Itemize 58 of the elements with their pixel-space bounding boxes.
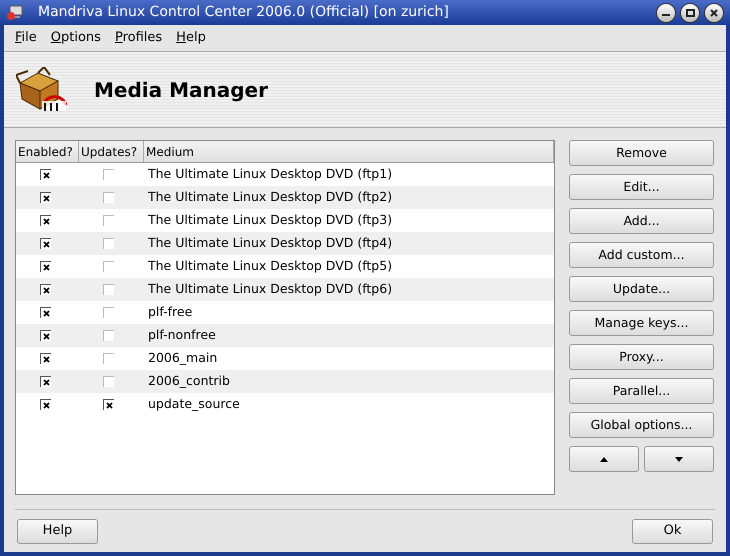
table-cell-text: plf-nonfree xyxy=(148,326,216,344)
ok-button[interactable]: Ok xyxy=(632,518,713,544)
checkbox[interactable] xyxy=(40,399,51,410)
action-button[interactable]: Update... xyxy=(569,276,714,302)
table-cell-text: The Ultimate Linux Desktop DVD (ftp1) xyxy=(148,165,392,184)
action-button[interactable]: Manage keys... xyxy=(569,310,714,336)
action-button[interactable]: Edit... xyxy=(569,174,714,200)
page-title: Media Manager xyxy=(94,76,268,104)
window-title: Mandriva Linux Control Center 2006.0 (Official) [on zurich] xyxy=(38,3,449,22)
action-button[interactable]: Proxy... xyxy=(569,344,714,370)
checkbox[interactable] xyxy=(40,330,51,341)
checkbox[interactable] xyxy=(103,376,114,387)
table-cell-text: 2006_contrib xyxy=(148,372,230,390)
table-cell-text: The Ultimate Linux Desktop DVD (ftp4) xyxy=(148,234,392,252)
table-cell-text: plf-free xyxy=(148,303,192,322)
column-header[interactable]: Updates? xyxy=(79,141,144,162)
checkbox[interactable] xyxy=(103,330,114,341)
column-header[interactable]: Enabled? xyxy=(16,141,79,162)
move-up-button[interactable] xyxy=(569,446,639,472)
minimize-button[interactable] xyxy=(656,2,676,22)
table-cell-text: The Ultimate Linux Desktop DVD (ftp6) xyxy=(148,280,392,298)
close-button[interactable] xyxy=(704,2,724,22)
menu-item[interactable]: File xyxy=(15,28,37,48)
table-cell-text: 2006_main xyxy=(148,349,218,368)
checkbox[interactable] xyxy=(40,192,51,203)
checkbox[interactable] xyxy=(40,353,51,364)
table-cell-text: The Ultimate Linux Desktop DVD (ftp3) xyxy=(148,211,392,230)
package-icon xyxy=(16,66,68,112)
checkbox[interactable] xyxy=(103,399,114,410)
checkbox[interactable] xyxy=(40,307,51,318)
move-down-button[interactable] xyxy=(644,446,714,472)
checkbox[interactable] xyxy=(40,169,51,180)
triangle-icon xyxy=(599,456,609,462)
maximize-button[interactable] xyxy=(680,2,700,22)
menu-item[interactable]: Help xyxy=(176,28,206,48)
checkbox[interactable] xyxy=(103,238,114,249)
close-icon xyxy=(710,8,718,16)
triangle-icon xyxy=(674,456,684,462)
computer-icon xyxy=(6,4,24,20)
checkbox[interactable] xyxy=(40,284,51,295)
help-button[interactable]: Help xyxy=(17,518,98,544)
action-button[interactable]: Global options... xyxy=(569,412,714,438)
table-cell-text: update_source xyxy=(148,395,240,414)
checkbox[interactable] xyxy=(103,192,114,203)
action-button[interactable]: Add custom... xyxy=(569,242,714,268)
menu-item[interactable]: Options xyxy=(50,28,101,48)
menu-item[interactable]: Profiles xyxy=(114,28,162,48)
action-button[interactable]: Remove xyxy=(569,140,714,166)
checkbox[interactable] xyxy=(40,261,51,272)
table-cell-text: The Ultimate Linux Desktop DVD (ftp5) xyxy=(148,257,392,276)
checkbox[interactable] xyxy=(40,215,51,226)
action-button[interactable]: Add... xyxy=(569,208,714,234)
checkbox[interactable] xyxy=(103,284,114,295)
checkbox[interactable] xyxy=(40,238,51,249)
column-header[interactable]: Medium xyxy=(144,141,554,162)
table-cell-text: The Ultimate Linux Desktop DVD (ftp2) xyxy=(148,188,392,206)
checkbox[interactable] xyxy=(40,376,51,387)
action-button[interactable]: Parallel... xyxy=(569,378,714,404)
